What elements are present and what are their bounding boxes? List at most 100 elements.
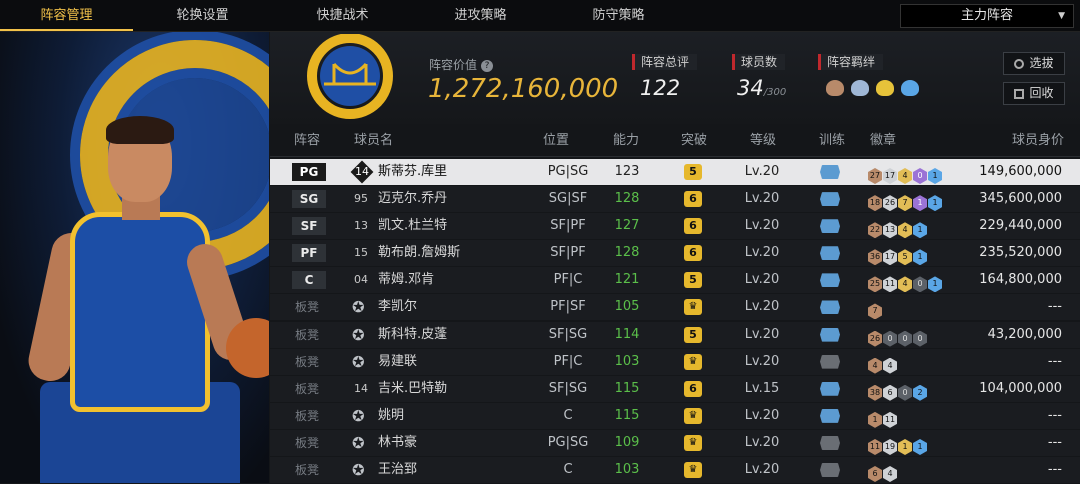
training-icon[interactable] xyxy=(820,435,840,450)
table-row[interactable]: C 04 蒂姆.邓肯 PF|C 121 5 Lv.20 25 11 4 0 1 164,800,000 xyxy=(270,267,1080,294)
training-icon[interactable] xyxy=(820,246,840,261)
player-name: 姚明 xyxy=(378,407,405,423)
overall-label: 阵容总评 xyxy=(632,54,698,70)
star-icon: ✪ xyxy=(352,298,365,317)
slot-tag: SF xyxy=(292,217,326,236)
badge-list: 1 11 xyxy=(868,407,898,428)
player-position: SF|SG xyxy=(548,326,588,342)
table-row[interactable]: 板凳 ✪ 林书豪 PG|SG 109 ♛ Lv.20 11 19 1 1 --- xyxy=(270,429,1080,456)
table-row[interactable]: 板凳 ✪ 王治郅 C 103 ♛ Lv.20 6 4 --- xyxy=(270,457,1080,484)
col-breakthrough: 突破 xyxy=(681,133,708,148)
table-row[interactable]: PF 15 勒布朗.詹姆斯 SF|PF 128 6 Lv.20 36 17 5 1 235,520,0… xyxy=(270,240,1080,267)
player-worth: 235,520,000 xyxy=(979,245,1062,261)
player-ability: 127 xyxy=(614,218,640,234)
training-icon[interactable] xyxy=(820,300,840,315)
training-icon[interactable] xyxy=(820,219,840,234)
player-name: 勒布朗.詹姆斯 xyxy=(378,245,461,261)
recycle-button[interactable]: 回收 xyxy=(1003,82,1065,105)
col-name: 球员名 xyxy=(354,133,394,148)
bond-icon-4[interactable] xyxy=(901,80,920,96)
table-row[interactable]: 板凳 14 吉米.巴特勒 SF|SG 115 6 Lv.15 38 6 0 2 104,000,000 xyxy=(270,375,1080,402)
player-name: 迈克尔.乔丹 xyxy=(378,191,448,207)
bench-tag: 板凳 xyxy=(295,300,320,315)
jersey-number: 95 xyxy=(354,192,368,206)
player-level: Lv.20 xyxy=(744,191,780,207)
chevron-down-icon: ▼ xyxy=(1058,11,1065,21)
badge-icon: 19 xyxy=(883,438,897,455)
bench-tag: 板凳 xyxy=(295,463,320,478)
player-position: PF|C xyxy=(553,272,583,288)
players-count: 34/300 xyxy=(737,76,787,100)
player-ability: 103 xyxy=(614,353,640,369)
training-icon[interactable] xyxy=(820,273,840,288)
badge-icon: 4 xyxy=(868,357,882,374)
table-row[interactable]: 板凳 ✪ 斯科特.皮蓬 SF|SG 114 5 Lv.20 26 0 0 0 43,200,000 xyxy=(270,321,1080,348)
training-icon[interactable] xyxy=(820,192,840,207)
table-row[interactable]: 板凳 ✪ 姚明 C 115 ♛ Lv.20 1 11 --- xyxy=(270,402,1080,429)
table-row[interactable]: SG 95 迈克尔.乔丹 SG|SF 128 6 Lv.20 18 26 7 1 1 345,600,0… xyxy=(270,186,1080,213)
player-worth: 345,600,000 xyxy=(979,191,1062,207)
player-worth: --- xyxy=(1047,353,1062,369)
tab-offense[interactable]: 进攻策略 xyxy=(414,0,547,31)
badge-icon: 18 xyxy=(868,195,882,212)
value-label: 阵容价值? xyxy=(429,56,494,73)
col-worth: 球员身价 xyxy=(1012,133,1065,148)
player-name: 王治郅 xyxy=(378,462,418,478)
badge-icon: 36 xyxy=(868,249,882,266)
table-row[interactable]: 板凳 ✪ 李凯尔 PF|SF 105 ♛ Lv.20 7 --- xyxy=(270,294,1080,321)
lineup-value: 1,272,160,000 xyxy=(428,74,619,104)
col-slot: 阵容 xyxy=(294,133,321,148)
breakthrough-badge: 6 xyxy=(684,380,702,397)
player-ability: 128 xyxy=(614,245,640,261)
box-icon xyxy=(1014,89,1025,99)
player-worth: 229,440,000 xyxy=(979,218,1062,234)
player-position: PF|SF xyxy=(550,299,586,315)
col-level: 等级 xyxy=(750,133,777,148)
table-row[interactable]: 板凳 ✪ 易建联 PF|C 103 ♛ Lv.20 4 4 --- xyxy=(270,348,1080,375)
training-icon[interactable] xyxy=(820,408,840,423)
badge-icon: 17 xyxy=(883,168,897,184)
breakthrough-badge: 5 xyxy=(684,164,702,180)
refresh-icon xyxy=(1014,59,1025,69)
tab-defense[interactable]: 防守策略 xyxy=(552,0,685,31)
bond-icon-3[interactable] xyxy=(876,80,895,96)
bond-icon-2[interactable] xyxy=(851,80,870,96)
player-name: 斯科特.皮蓬 xyxy=(378,326,448,342)
badge-icon: 17 xyxy=(883,249,897,266)
tab-lineup[interactable]: 阵容管理 xyxy=(0,0,133,31)
players-label: 球员数 xyxy=(732,54,786,70)
bench-tag: 板凳 xyxy=(295,354,320,369)
player-level: Lv.15 xyxy=(744,380,780,396)
lineup-dropdown[interactable]: 主力阵容 ▼ xyxy=(900,4,1074,28)
pick-button[interactable]: 选拔 xyxy=(1003,52,1065,75)
crown-icon: ♛ xyxy=(684,462,702,479)
player-position: C xyxy=(563,407,573,423)
col-ability: 能力 xyxy=(613,133,640,148)
help-icon[interactable]: ? xyxy=(481,59,494,72)
player-worth: 149,600,000 xyxy=(979,164,1062,179)
star-icon: ✪ xyxy=(352,352,365,371)
bond-label: 阵容羁绊 xyxy=(818,54,884,70)
crown-icon: ♛ xyxy=(684,353,702,370)
player-name: 凯文.杜兰特 xyxy=(378,218,448,234)
training-icon[interactable] xyxy=(820,381,840,396)
badge-icon: 25 xyxy=(868,276,882,293)
crown-icon: ♛ xyxy=(684,434,702,451)
star-icon: ✪ xyxy=(352,461,365,480)
tab-quick-tactics[interactable]: 快捷战术 xyxy=(276,0,409,31)
player-position: PG|SG xyxy=(547,434,589,450)
badge-icon: 4 xyxy=(883,357,897,374)
player-position: SF|PF xyxy=(550,218,586,234)
badge-icon: 13 xyxy=(883,222,897,239)
table-row[interactable]: SF 13 凯文.杜兰特 SF|PF 127 6 Lv.20 22 13 4 1 229,440,00… xyxy=(270,213,1080,240)
training-icon[interactable] xyxy=(820,463,840,478)
table-row[interactable]: PG 14 斯蒂芬.库里 PG|SG 123 5 Lv.20 27 17 4 0 1 149,600,0… xyxy=(270,159,1080,185)
bond-icon-1[interactable] xyxy=(826,80,844,96)
training-icon[interactable] xyxy=(820,354,840,369)
table-body: PG 14 斯蒂芬.库里 PG|SG 123 5 Lv.20 27 17 4 0 1 149,600,0… xyxy=(270,157,1080,484)
training-icon[interactable] xyxy=(820,165,840,179)
training-icon[interactable] xyxy=(820,327,840,342)
tab-rotation[interactable]: 轮换设置 xyxy=(136,0,269,31)
badge-icon: 26 xyxy=(883,195,897,212)
player-position: C xyxy=(563,462,573,478)
